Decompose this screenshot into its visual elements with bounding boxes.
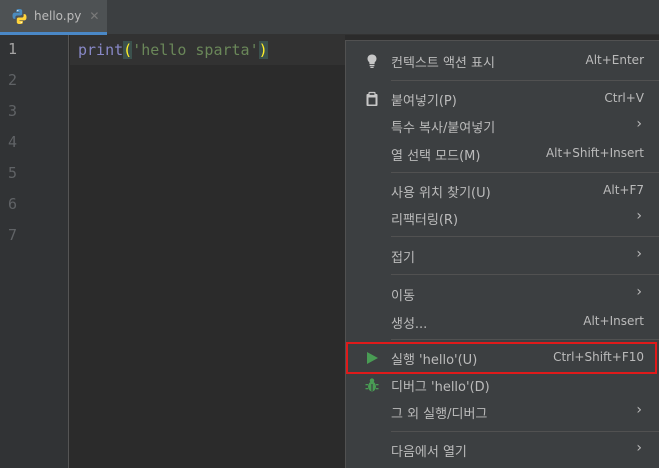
run-icon [364, 350, 380, 366]
menu-item-label: 붙여넣기(P) [391, 94, 457, 109]
line-number: 6 [8, 195, 18, 213]
menu-item-label: 컨텍스트 액션 표시 [391, 56, 495, 71]
menu-item-run-hello[interactable]: 실행 'hello'(U) Ctrl+Shift+F10 [346, 345, 659, 371]
menu-item-folding[interactable]: 접기 › [346, 243, 659, 269]
code-editor[interactable]: print('hello sparta') [70, 35, 345, 468]
menu-item-open-in[interactable]: 다음에서 열기 › [346, 437, 659, 463]
chevron-right-icon: › [636, 284, 642, 300]
chevron-right-icon: › [636, 246, 642, 262]
line-number: 3 [8, 102, 18, 120]
menu-item-go-to[interactable]: 이동 › [346, 281, 659, 307]
close-icon[interactable]: ✕ [89, 9, 99, 23]
menu-item-label: 생성... [391, 317, 428, 332]
menu-item-special-copy-paste[interactable]: 특수 복사/붙여넣기 › [346, 113, 659, 139]
menu-item-label: 특수 복사/붙여넣기 [391, 121, 496, 136]
chevron-right-icon: › [636, 402, 642, 418]
menu-separator [391, 339, 659, 340]
menu-item-shortcut: Ctrl+Shift+F10 [553, 350, 644, 364]
python-file-icon [11, 8, 28, 25]
menu-item-show-context-actions[interactable]: 컨텍스트 액션 표시 Alt+Enter [346, 48, 659, 74]
menu-item-label: 열 선택 모드(M) [391, 149, 481, 164]
menu-item-label: 이동 [391, 289, 415, 304]
menu-item-refactor[interactable]: 리팩터링(R) › [346, 205, 659, 231]
line-number: 1 [8, 40, 18, 58]
menu-item-generate[interactable]: 생성... Alt+Insert [346, 309, 659, 335]
menu-item-find-usages[interactable]: 사용 위치 찾기(U) Alt+F7 [346, 178, 659, 204]
menu-separator [391, 431, 659, 432]
code-open-paren: ( [123, 41, 133, 59]
menu-item-shortcut: Alt+Insert [583, 314, 644, 328]
menu-item-debug-hello[interactable]: 디버그 'hello'(D) [346, 372, 659, 398]
chevron-right-icon: › [636, 440, 642, 456]
code-close-paren: ) [258, 41, 268, 59]
menu-item-shortcut: Alt+Shift+Insert [545, 146, 644, 160]
lightbulb-icon [364, 53, 380, 69]
menu-item-shortcut: Ctrl+V [604, 91, 644, 105]
menu-item-label: 접기 [391, 251, 415, 266]
line-number: 7 [8, 226, 18, 244]
menu-separator [391, 236, 659, 237]
clipboard-icon [364, 91, 380, 107]
debug-bug-icon [364, 377, 380, 393]
menu-item-shortcut: Alt+F7 [603, 183, 644, 197]
menu-item-paste[interactable]: 붙여넣기(P) Ctrl+V [346, 86, 659, 112]
menu-separator [391, 274, 659, 275]
menu-item-label: 리팩터링(R) [391, 213, 459, 228]
menu-item-label: 그 외 실행/디버그 [391, 407, 488, 422]
menu-separator [391, 80, 659, 81]
menu-item-label: 실행 'hello'(U) [391, 353, 478, 368]
line-number-gutter: 1 2 3 4 5 6 7 [0, 35, 69, 468]
tab-filename: hello.py [34, 9, 82, 23]
menu-item-label: 다음에서 열기 [391, 445, 467, 460]
editor-context-menu: 컨텍스트 액션 표시 Alt+Enter 붙여넣기(P) Ctrl+V 특수 복… [345, 40, 659, 468]
menu-item-more-run-debug[interactable]: 그 외 실행/디버그 › [346, 399, 659, 425]
editor-tab-bar: hello.py ✕ [0, 0, 659, 35]
line-number: 4 [8, 133, 18, 151]
menu-item-label: 디버그 'hello'(D) [391, 380, 490, 395]
chevron-right-icon: › [636, 208, 642, 224]
line-number: 2 [8, 71, 18, 89]
code-string-literal: 'hello sparta' [132, 41, 259, 59]
tab-hello-py[interactable]: hello.py ✕ [0, 0, 107, 35]
code-function-name: print [78, 41, 124, 59]
menu-item-column-selection-mode[interactable]: 열 선택 모드(M) Alt+Shift+Insert [346, 141, 659, 167]
menu-item-shortcut: Alt+Enter [585, 53, 644, 67]
line-number: 5 [8, 164, 18, 182]
chevron-right-icon: › [636, 116, 642, 132]
code-line-1[interactable]: print('hello sparta') [78, 40, 268, 60]
menu-item-label: 사용 위치 찾기(U) [391, 186, 491, 201]
menu-separator [391, 172, 659, 173]
